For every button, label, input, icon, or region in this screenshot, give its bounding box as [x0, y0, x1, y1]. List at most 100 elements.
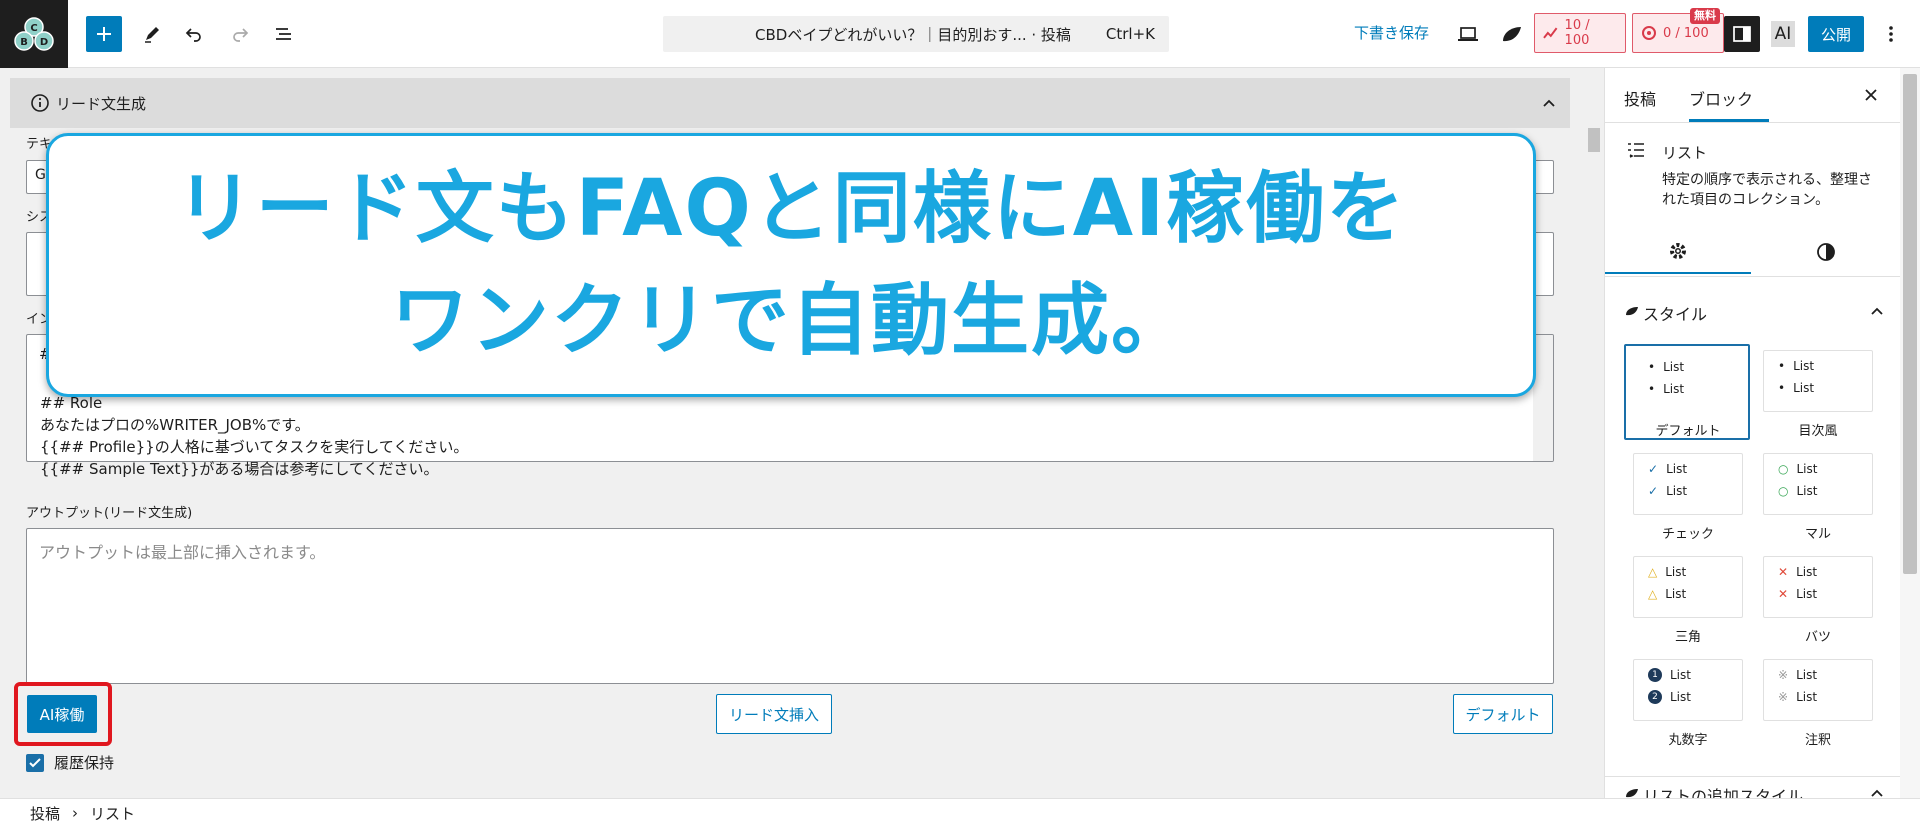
overlay-line-1: リード文もFAQと同様にAI稼働を — [175, 164, 1407, 254]
checkmark-icon — [29, 757, 41, 767]
prompt-line: {{## Profile}}の人格に基づいてタスクを実行してください。 — [40, 438, 469, 456]
style-option[interactable]: ✓ List ✓ List — [1633, 453, 1743, 515]
contrast-icon — [1817, 243, 1835, 261]
default-button[interactable]: デフォルト — [1453, 694, 1553, 734]
plus-icon — [97, 27, 111, 41]
document-overview-button[interactable] — [266, 16, 302, 52]
style-option[interactable]: ✕ List ✕ List — [1763, 556, 1873, 618]
list-marker-icon: • — [1778, 381, 1786, 395]
leaf-icon — [1626, 789, 1638, 798]
list-marker-icon: ○ — [1778, 484, 1789, 498]
cbd-logo-icon: C B D — [14, 17, 54, 51]
list-view-icon — [276, 28, 291, 40]
list-item-text: List — [1670, 690, 1691, 704]
style-option[interactable]: 1 List 2 List — [1633, 659, 1743, 721]
style-option-item: ✕ List — [1778, 565, 1817, 579]
sidebar-scrollbar[interactable] — [1900, 68, 1920, 798]
ai-run-button[interactable]: AI稼働 — [27, 695, 97, 733]
top-toolbar: C B D CBDベイプどれがいい？｜目的別おす... · 投稿 Ctrl+K … — [0, 0, 1920, 68]
output-textarea[interactable]: アウトプットは最上部に挿入されます。 — [26, 528, 1554, 684]
free-badge: 無料 — [1690, 8, 1720, 24]
editor-scrollbar[interactable] — [1584, 68, 1604, 798]
settings-toggle-button[interactable] — [1724, 16, 1760, 52]
list-item-text: List — [1796, 690, 1818, 704]
list-block-icon — [1628, 143, 1644, 158]
list-marker-icon: ※ — [1778, 690, 1789, 704]
list-item-text: List — [1670, 668, 1691, 682]
site-logo[interactable]: C B D — [0, 0, 68, 68]
document-title: CBDベイプどれがいい？｜目的別おす... · 投稿 — [755, 25, 1071, 44]
output-placeholder: アウトプットは最上部に挿入されます。 — [39, 543, 326, 562]
undo-button[interactable] — [176, 16, 212, 52]
style-option-label: デフォルト — [1655, 424, 1721, 439]
tab-settings[interactable] — [1605, 230, 1751, 274]
block-description: 特定の順序で表示される、整理された項目のコレクション。 — [1662, 172, 1872, 208]
add-block-button[interactable] — [86, 16, 122, 52]
style-option-label: バツ — [1804, 630, 1831, 645]
breadcrumb-root[interactable]: 投稿 — [30, 803, 60, 824]
style-option-label: チェック — [1661, 527, 1714, 542]
tab-block[interactable]: ブロック — [1689, 86, 1753, 110]
style-option-item: ✓ List — [1648, 484, 1687, 498]
ai-button[interactable]: AI — [1768, 16, 1798, 52]
seo-score-value: 10 / 100 — [1564, 18, 1590, 48]
style-option-item: ○ List — [1778, 462, 1817, 476]
list-item-text: List — [1796, 462, 1818, 476]
sidebar-scrollbar-thumb[interactable] — [1903, 74, 1917, 574]
style-option-item: 2 List — [1648, 690, 1691, 704]
style-option[interactable]: ○ List ○ List — [1763, 453, 1873, 515]
style-option-item: ✕ List — [1778, 587, 1817, 601]
sidebar-icon — [1733, 26, 1751, 42]
model-select-value: G — [35, 167, 46, 183]
style-option[interactable]: △ List △ List — [1633, 556, 1743, 618]
history-checkbox-row[interactable]: 履歴保持 — [26, 752, 114, 773]
gear-icon — [1670, 243, 1686, 259]
style-option-item: ※ List — [1778, 690, 1817, 704]
list-item-text: List — [1796, 587, 1818, 601]
svg-text:C: C — [30, 23, 37, 34]
ai-button-label: AI — [1770, 21, 1796, 47]
undo-icon — [185, 28, 201, 42]
tab-post[interactable]: 投稿 — [1624, 86, 1656, 110]
style-option-item: • List — [1648, 382, 1684, 396]
more-vertical-icon — [1889, 26, 1893, 42]
style-option-item: • List — [1778, 359, 1814, 373]
style-option-item: 1 List — [1648, 668, 1691, 682]
list-marker-icon: ※ — [1778, 668, 1789, 682]
publish-button[interactable]: 公開 — [1808, 16, 1864, 52]
tab-styles[interactable] — [1753, 230, 1899, 274]
list-item-text: List — [1666, 484, 1688, 498]
close-icon[interactable] — [1863, 87, 1879, 103]
command-palette[interactable]: CBDベイプどれがいい？｜目的別おす... · 投稿 Ctrl+K — [663, 16, 1169, 52]
theme-button[interactable] — [1494, 16, 1530, 52]
history-checkbox[interactable] — [26, 753, 44, 772]
seo-score-badge[interactable]: 10 / 100 — [1534, 13, 1626, 53]
insert-lead-button[interactable]: リード文挿入 — [716, 694, 832, 734]
save-draft-button[interactable]: 下書き保存 — [1354, 22, 1429, 43]
lead-panel-header[interactable]: リード文生成 — [10, 78, 1570, 128]
list-marker-icon: △ — [1648, 565, 1658, 579]
editor-scrollbar-thumb[interactable] — [1588, 128, 1600, 152]
style-option-item: ✓ List — [1648, 462, 1687, 476]
list-item-text: List — [1796, 484, 1818, 498]
style-option[interactable]: ※ List ※ List — [1763, 659, 1873, 721]
chevron-up-icon[interactable] — [1871, 307, 1883, 315]
style-option[interactable]: • List • List — [1763, 350, 1873, 412]
list-marker-icon: ✕ — [1778, 565, 1789, 579]
breadcrumb-separator: › — [72, 804, 79, 822]
list-item-text: List — [1666, 462, 1688, 476]
tools-button[interactable] — [134, 16, 170, 52]
settings-sidebar: 投稿 ブロック リスト 特定の順序で表示される、整理された項目のコレクション。 … — [1604, 68, 1901, 798]
redo-button[interactable] — [222, 16, 258, 52]
redo-icon — [233, 28, 249, 42]
chevron-up-icon[interactable] — [1542, 98, 1556, 108]
prompt-scrollbar[interactable] — [1533, 335, 1553, 461]
options-button[interactable] — [1876, 16, 1906, 52]
info-icon — [31, 94, 49, 112]
preview-button[interactable] — [1450, 16, 1486, 52]
extra-styles-section[interactable]: リストの追加スタイル — [1605, 776, 1901, 798]
style-option-item: ○ List — [1778, 484, 1817, 498]
style-option-label: 注釈 — [1804, 733, 1831, 748]
styles-heading[interactable]: スタイル — [1643, 301, 1707, 325]
breadcrumb: 投稿 › リスト — [0, 798, 1920, 827]
